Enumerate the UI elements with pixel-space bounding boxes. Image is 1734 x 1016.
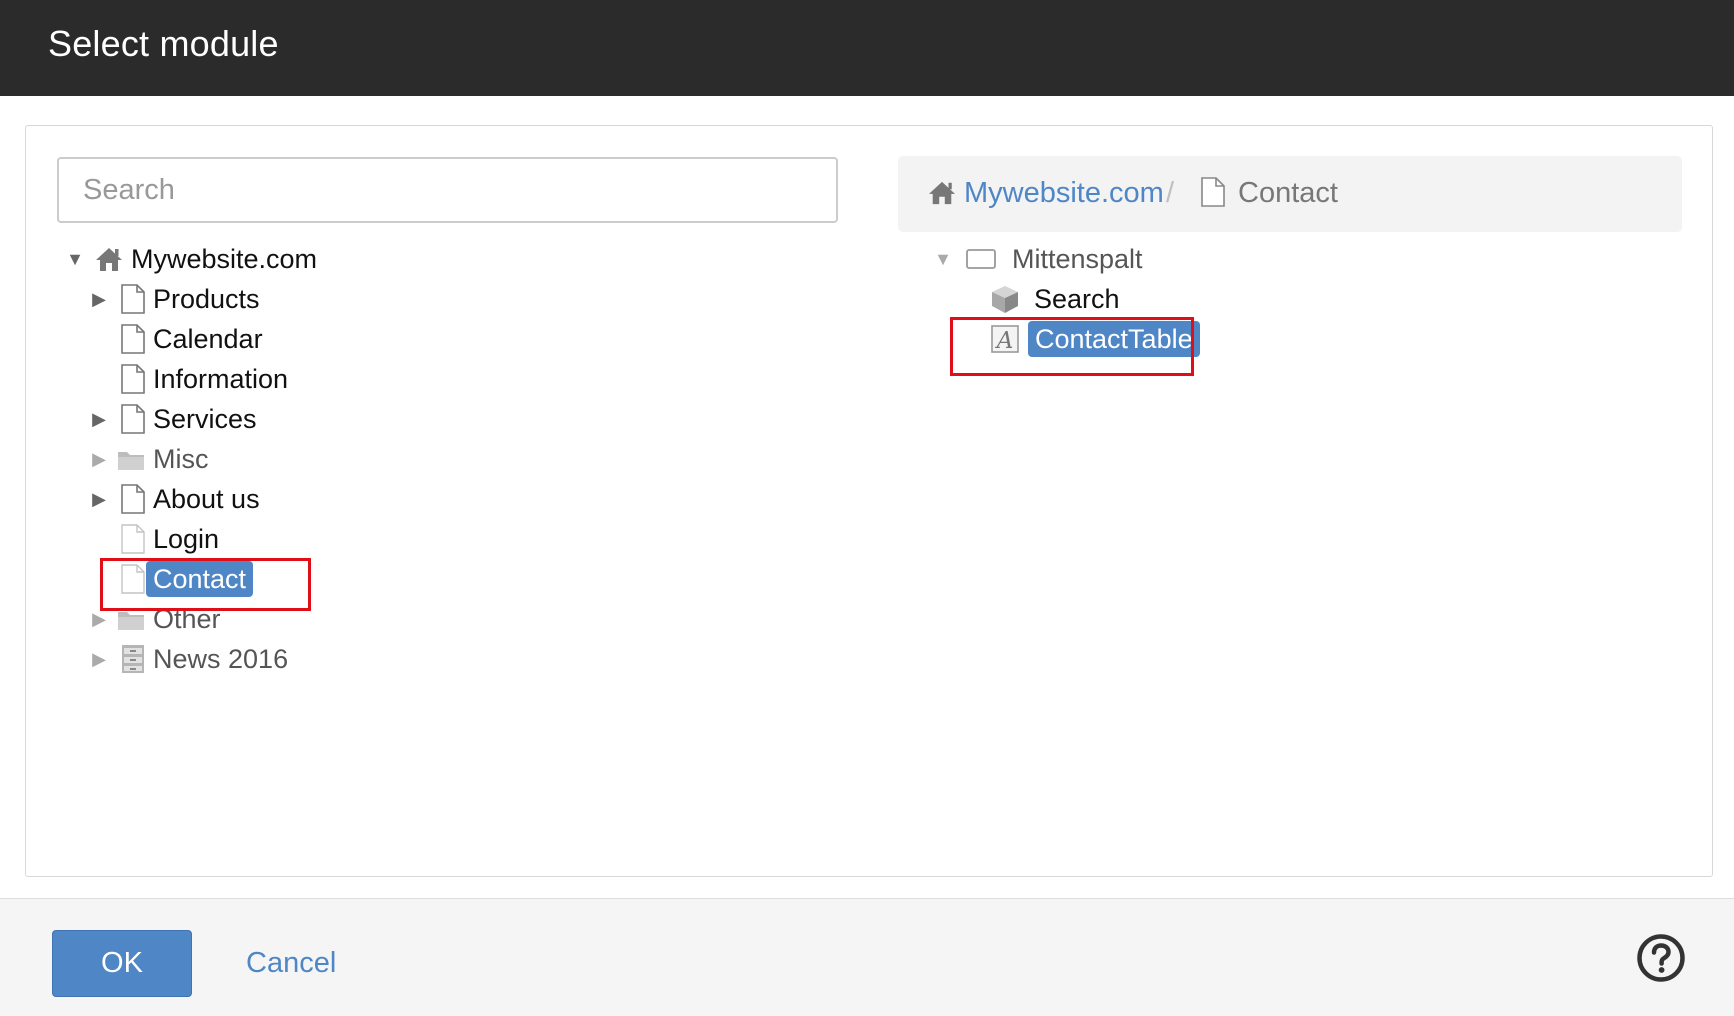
module-search[interactable]: Search [906, 279, 1606, 319]
container-label: Mittenspalt [1012, 244, 1143, 274]
tree-item-services[interactable]: ▶ Services [66, 399, 766, 439]
tree-item-about-us[interactable]: ▶ About us [66, 479, 766, 519]
collapsed-arrow-icon[interactable]: ▶ [90, 449, 108, 469]
collapsed-arrow-icon[interactable]: ▶ [90, 609, 108, 629]
tree-item-label: Services [153, 404, 257, 434]
dialog-content: ▼ Mywebsite.com ▶ Products Calendar [25, 125, 1713, 877]
tree-item-misc[interactable]: ▶ Misc [66, 439, 766, 479]
help-icon[interactable] [1636, 933, 1686, 983]
page-icon [121, 524, 145, 554]
contact-highlight-box [100, 558, 311, 611]
tree-item-information[interactable]: Information [66, 359, 766, 399]
home-icon [96, 248, 122, 271]
dialog-title: Select module [48, 23, 279, 64]
container-mittenspalt[interactable]: ▼ Mittenspalt [906, 239, 1606, 279]
cabinet-icon [122, 645, 144, 673]
tree-item-label: Information [153, 364, 289, 394]
folder-icon [118, 452, 144, 470]
breadcrumb-home-link[interactable]: Mywebsite.com [964, 175, 1164, 211]
tree-root-label: Mywebsite.com [131, 244, 318, 274]
collapsed-arrow-icon[interactable]: ▶ [90, 409, 108, 429]
breadcrumb-separator: / [1166, 177, 1175, 209]
search-input[interactable] [57, 157, 838, 223]
home-icon [929, 181, 955, 205]
tree-root[interactable]: ▼ Mywebsite.com [66, 239, 766, 279]
expanded-arrow-icon[interactable]: ▼ [66, 249, 84, 269]
tree-item-label: News 2016 [153, 644, 289, 674]
module-label: Search [1034, 284, 1120, 314]
cube-icon [992, 286, 1018, 313]
tree-item-label: Login [153, 524, 220, 554]
tree-item-label: Calendar [153, 324, 263, 354]
collapsed-arrow-icon[interactable]: ▶ [90, 649, 108, 669]
page-icon [121, 404, 145, 434]
page-icon [121, 364, 145, 394]
collapsed-arrow-icon[interactable]: ▶ [90, 289, 108, 309]
ok-button[interactable]: OK [52, 930, 192, 997]
page-icon [121, 324, 145, 354]
contacttable-highlight-box [950, 317, 1194, 376]
breadcrumb-current: Contact [1238, 177, 1338, 209]
expanded-arrow-icon[interactable]: ▼ [934, 249, 952, 269]
dialog-footer: OK Cancel [0, 898, 1734, 1016]
site-tree: ▼ Mywebsite.com ▶ Products Calendar Info… [66, 239, 766, 679]
dialog-titlebar: Select module [0, 0, 1734, 96]
breadcrumb: Mywebsite.com / Contact [898, 156, 1682, 232]
tree-item-label: Products [153, 284, 260, 314]
tree-item-login[interactable]: Login [66, 519, 766, 559]
tree-item-label: About us [153, 484, 260, 514]
page-icon [1201, 177, 1225, 207]
collapsed-arrow-icon[interactable]: ▶ [90, 489, 108, 509]
tree-item-products[interactable]: ▶ Products [66, 279, 766, 319]
tree-item-calendar[interactable]: Calendar [66, 319, 766, 359]
container-icon [966, 249, 996, 269]
cancel-link[interactable]: Cancel [246, 945, 336, 981]
tree-item-news-2016[interactable]: ▶ News 2016 [66, 639, 766, 679]
page-icon [121, 484, 145, 514]
page-icon [121, 284, 145, 314]
tree-item-label: Misc [153, 444, 209, 474]
